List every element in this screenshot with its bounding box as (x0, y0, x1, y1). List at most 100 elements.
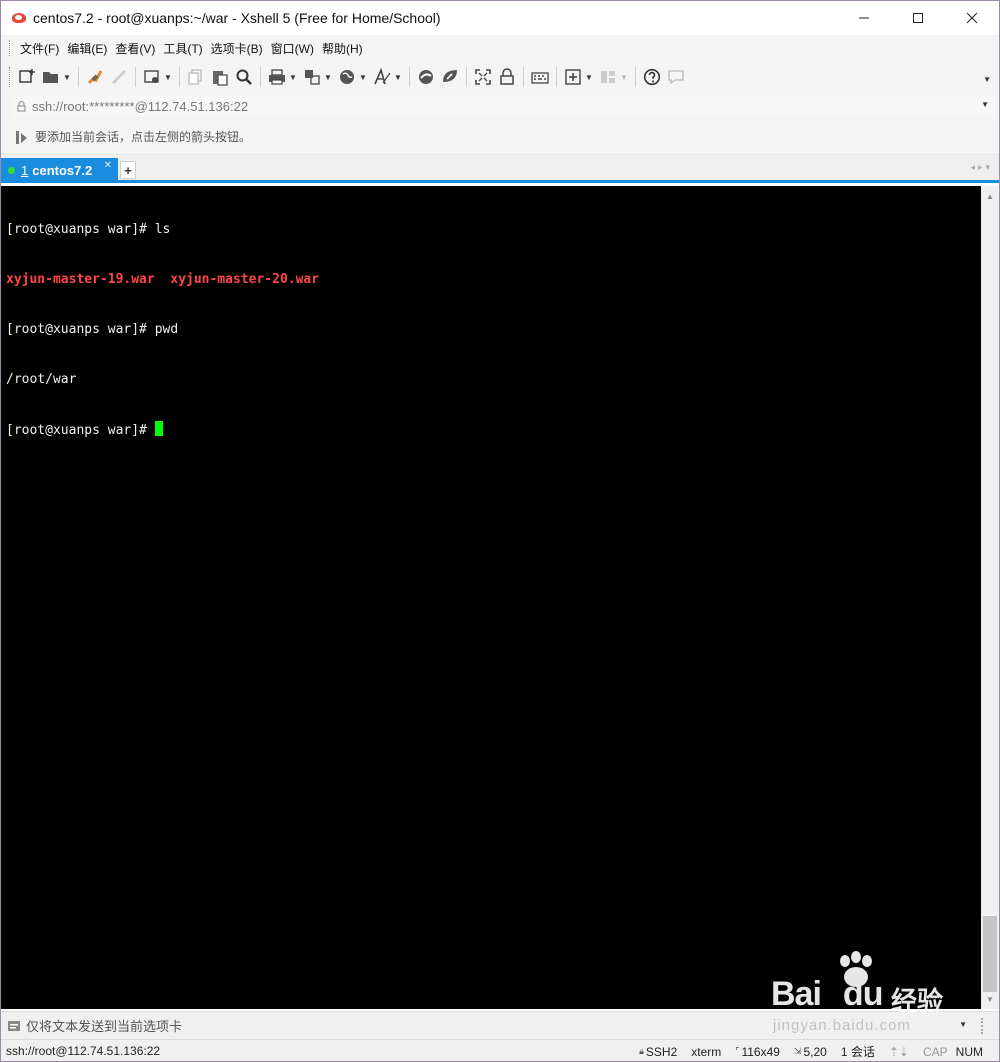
layout-button[interactable] (597, 66, 619, 88)
terminal-line: [root@xuanps war]# (6, 421, 981, 438)
command-output: /root/war (6, 371, 77, 387)
help-icon (643, 68, 661, 86)
open-folder-icon (43, 72, 58, 83)
menu-tab[interactable]: 选项卡(B) (207, 40, 267, 57)
session-hint-bar: 要添加当前会话，点击左侧的箭头按钮。 (1, 119, 999, 155)
menu-window[interactable]: 窗口(W) (267, 40, 318, 57)
status-right: 🔒︎ SSH2 xterm ⌜ 116x49 ⇲ 5,20 1 会话 ⇡⇣ CAP N… (625, 1040, 983, 1061)
toolbar: ▼ ▼ ▼ ▼ ▼ ▼ ▼ ▼ ▼ (1, 61, 999, 93)
menu-grip[interactable] (9, 40, 12, 56)
fullscreen-button[interactable] (472, 66, 494, 88)
status-protocol: SSH2 (645, 1044, 678, 1059)
title-bar[interactable]: centos7.2 - root@xuanps:~/war - Xshell 5… (1, 1, 999, 35)
lock-icon: 🔒︎ (639, 1046, 644, 1056)
terminal-output[interactable]: [root@xuanps war]# ls xyjun-master-19.wa… (1, 186, 981, 1009)
terminal-scrollbar[interactable]: ▲ ▼ (981, 186, 999, 1009)
print-dropdown[interactable]: ▼ (289, 73, 297, 82)
menu-edit[interactable]: 编辑(E) (63, 40, 111, 57)
status-arrows-icon[interactable]: ⇡⇣ (889, 1045, 909, 1059)
close-icon (966, 12, 978, 24)
terminal-line: /root/war (6, 372, 981, 389)
compose-placeholder: 仅将文本发送到当前选项卡 (26, 1019, 183, 1034)
properties-dropdown[interactable]: ▼ (164, 73, 172, 82)
menu-view[interactable]: 查看(V) (111, 40, 159, 57)
paste-button[interactable] (209, 66, 231, 88)
lock-icon (17, 100, 26, 111)
help-button[interactable] (641, 66, 663, 88)
prompt: [root@xuanps war]# (6, 321, 155, 337)
new-session-button[interactable] (16, 66, 38, 88)
paste-icon (213, 71, 228, 86)
status-connection: ssh://root@112.74.51.136:22 (6, 1044, 161, 1058)
transfer-button[interactable] (301, 66, 323, 88)
tab-close-icon[interactable]: ✕ (104, 160, 112, 171)
status-cursor-pos: 5,20 (803, 1044, 827, 1059)
xshell-logo-icon (11, 10, 27, 26)
watermark-brand-2: du (842, 975, 884, 1013)
scroll-up-icon[interactable]: ▲ (981, 188, 999, 204)
font-dropdown[interactable]: ▼ (394, 73, 402, 82)
layout-dropdown[interactable]: ▼ (620, 73, 628, 82)
lock-icon (500, 68, 514, 85)
new-session-icon (19, 69, 35, 83)
close-button[interactable] (945, 1, 999, 35)
xftp-button[interactable] (415, 66, 437, 88)
terminal-line: xyjun-master-19.war xyjun-master-20.war (6, 272, 981, 289)
toolbar-grip[interactable] (9, 67, 12, 87)
add-tab-button[interactable]: + (120, 161, 136, 179)
command: ls (154, 222, 171, 238)
transfer-icon (305, 70, 320, 85)
print-button[interactable] (266, 66, 288, 88)
chat-button[interactable] (665, 66, 687, 88)
find-icon (236, 69, 252, 85)
copy-button[interactable] (185, 66, 207, 88)
globe-dropdown[interactable]: ▼ (359, 73, 367, 82)
open-dropdown[interactable]: ▼ (63, 73, 71, 82)
address-field[interactable]: ssh://root:*********@112.74.51.136:22 ▼ (13, 95, 995, 117)
xmanager-button[interactable] (439, 66, 461, 88)
window-controls (837, 1, 999, 35)
disconnect-icon (111, 69, 127, 85)
font-button[interactable] (371, 66, 393, 88)
open-button[interactable] (40, 66, 62, 88)
file-entry: xyjun-master-20.war (170, 271, 320, 287)
status-num: NUM (955, 1044, 983, 1059)
tab-centos7-2[interactable]: 1 centos7.2 ✕ (1, 158, 118, 183)
transfer-dropdown[interactable]: ▼ (324, 73, 332, 82)
xshell-window: centos7.2 - root@xuanps:~/war - Xshell 5… (0, 0, 1000, 1062)
new-tab-button[interactable] (562, 66, 584, 88)
address-dropdown-chevron-icon[interactable]: ▼ (981, 100, 989, 109)
terminal-line: [root@xuanps war]# ls (6, 222, 981, 239)
lock-button[interactable] (496, 66, 518, 88)
menu-tools[interactable]: 工具(T) (159, 40, 206, 57)
maximize-button[interactable] (891, 1, 945, 35)
menu-bar: 文件(F) 编辑(E) 查看(V) 工具(T) 选项卡(B) 窗口(W) 帮助(… (1, 35, 999, 61)
minimize-button[interactable] (837, 1, 891, 35)
status-size: 116x49 (741, 1044, 780, 1059)
properties-icon (144, 70, 159, 83)
add-session-arrow-icon[interactable] (15, 129, 29, 145)
tab-nav-arrows-icon[interactable]: ◂▸▾ (970, 162, 993, 173)
baidu-watermark: Bai du 经验 jingyan.baidu.com (771, 951, 991, 1037)
menu-help[interactable]: 帮助(H) (318, 40, 367, 57)
compose-icon[interactable] (7, 1020, 21, 1032)
keyboard-button[interactable] (529, 66, 551, 88)
connect-button[interactable] (84, 66, 106, 88)
find-button[interactable] (233, 66, 255, 88)
status-sessions: 1 会话 (840, 1045, 875, 1059)
toolbar-overflow-chevron-icon[interactable]: ▼ (983, 75, 991, 84)
new-tab-icon (565, 69, 581, 85)
globe-button[interactable] (336, 66, 358, 88)
command: pwd (154, 321, 179, 337)
globe-icon (340, 70, 354, 84)
properties-button[interactable] (141, 66, 163, 88)
terminal-cursor (154, 421, 163, 437)
layout-icon (601, 71, 615, 83)
new-tab-dropdown[interactable]: ▼ (585, 73, 593, 82)
copy-icon (188, 69, 202, 85)
tab-number: 1 (21, 163, 29, 178)
disconnect-button[interactable] (108, 66, 130, 88)
xftp-icon (419, 70, 433, 84)
session-hint-text: 要添加当前会话，点击左侧的箭头按钮。 (35, 130, 252, 144)
menu-file[interactable]: 文件(F) (16, 40, 63, 57)
